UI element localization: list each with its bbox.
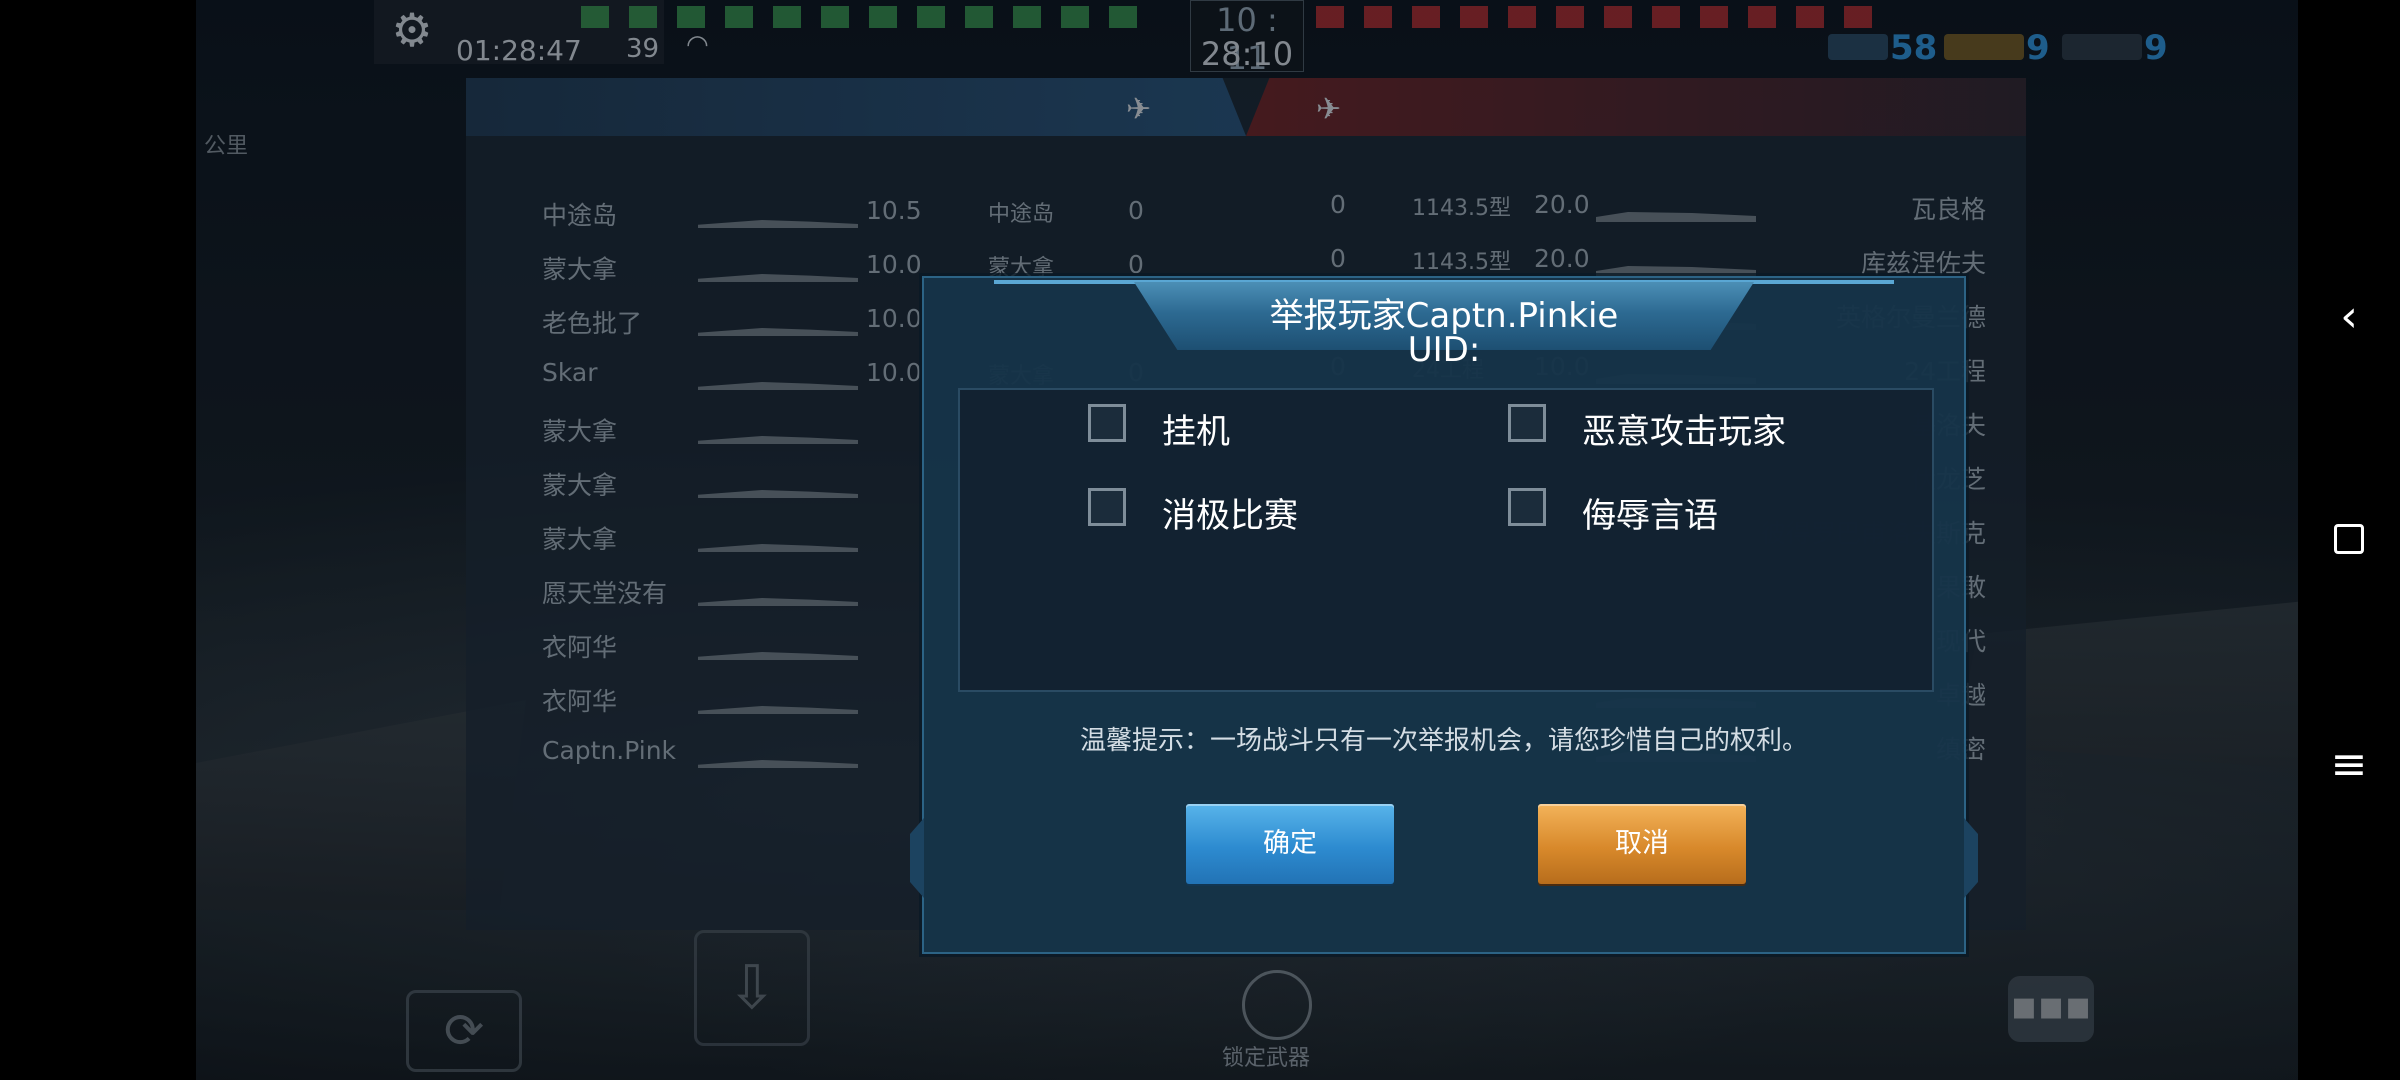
chevron-left-icon[interactable]: ‹ [2324, 292, 2374, 342]
hamburger-icon[interactable]: ≡ [2324, 740, 2374, 790]
cancel-button[interactable]: 取消 [1538, 804, 1746, 884]
uid-label: UID: [1407, 330, 1481, 370]
checkbox-passive-play[interactable] [1088, 488, 1126, 526]
confirm-button[interactable]: 确定 [1186, 804, 1394, 884]
square-icon[interactable] [2324, 514, 2374, 564]
report-options: 挂机 恶意攻击玩家 消极比赛 侮辱言语 [958, 388, 1934, 692]
report-dialog: 举报玩家Captn.Pinkie UID: 挂机 恶意攻击玩家 消极比赛 侮辱言… [910, 276, 1978, 954]
game-view: ⚙ 01:28:47 39 ◠ 10 : 11 28:10 58 9 9 公里 … [196, 0, 2298, 1080]
checkbox-insulting-language[interactable] [1508, 488, 1546, 526]
home-square [2334, 524, 2364, 554]
report-hint: 温馨提示：一场战斗只有一次举报机会，请您珍惜自己的权利。 [1079, 726, 1808, 756]
option-label: 侮辱言语 [1582, 496, 1718, 536]
android-nav-bar: ‹ ≡ [2298, 0, 2400, 1080]
checkbox-malicious-attack[interactable] [1508, 404, 1546, 442]
option-label: 消极比赛 [1162, 496, 1298, 536]
option-label: 挂机 [1162, 412, 1230, 452]
checkbox-afk[interactable] [1088, 404, 1126, 442]
option-label: 恶意攻击玩家 [1582, 412, 1786, 452]
